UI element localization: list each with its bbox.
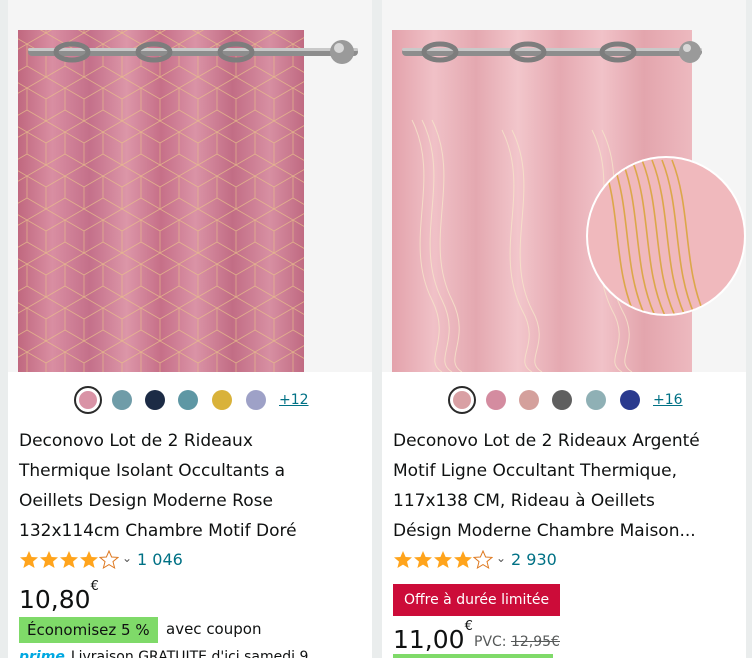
swatch[interactable]	[178, 390, 198, 410]
swatch[interactable]	[620, 390, 640, 410]
limited-deal-badge: Offre à durée limitée	[393, 584, 561, 616]
coupon-label: avec coupon	[166, 620, 262, 638]
results-grid: +12 Deconovo Lot de 2 Rideaux Thermique …	[0, 0, 752, 658]
swatch[interactable]	[586, 390, 606, 410]
title-line: Oeillets Design Moderne Rose	[19, 491, 273, 511]
product-card-2[interactable]: +16 Deconovo Lot de 2 Rideaux Argenté Mo…	[382, 0, 746, 658]
swatch-selected[interactable]	[74, 386, 102, 414]
review-count-link[interactable]: 1 046	[137, 550, 183, 569]
swatch[interactable]	[212, 390, 232, 410]
coupon-badge-edge	[393, 654, 553, 658]
curtain-image-pink-lines	[382, 0, 746, 372]
prime-logo: prime	[19, 649, 65, 658]
list-price: PVC: 12,95€	[474, 634, 560, 650]
title-line: 117x138 CM, Rideau à Oeillets	[393, 491, 655, 511]
title-line: Désign Moderne Chambre Maison...	[393, 521, 696, 541]
swatch[interactable]	[145, 390, 165, 410]
delivery-line: prime Livraison GRATUITE d'ici samedi 9	[19, 649, 308, 658]
price-currency: €	[464, 618, 473, 634]
rating-row[interactable]: ⌄ 1 046	[19, 550, 359, 572]
title-line: Deconovo Lot de 2 Rideaux	[19, 431, 253, 451]
price: 10,80€	[19, 579, 99, 614]
title-line: Deconovo Lot de 2 Rideaux Argenté	[393, 431, 700, 451]
swatch[interactable]	[246, 390, 266, 410]
swatch[interactable]	[519, 390, 539, 410]
title-line: 132x114cm Chambre Motif Doré	[19, 521, 297, 541]
color-swatches: +16	[382, 386, 746, 414]
product-card-1[interactable]: +12 Deconovo Lot de 2 Rideaux Thermique …	[8, 0, 372, 658]
swatch[interactable]	[112, 390, 132, 410]
review-count-link[interactable]: 2 930	[511, 550, 557, 569]
price-whole: 10,80	[19, 585, 91, 614]
old-price: 12,95€	[510, 634, 560, 650]
rating-row[interactable]: ⌄ 2 930	[393, 550, 733, 572]
price: 11,00€	[393, 619, 473, 654]
product-image-2[interactable]	[382, 0, 746, 372]
chevron-down-icon[interactable]: ⌄	[122, 551, 132, 565]
title-line: Thermique Isolant Occultants a	[19, 461, 286, 481]
price-currency: €	[90, 578, 99, 594]
swatch[interactable]	[486, 390, 506, 410]
delivery-text: Livraison GRATUITE d'ici samedi 9	[70, 649, 309, 658]
swatch-selected[interactable]	[448, 386, 476, 414]
more-colors-link[interactable]: +16	[653, 392, 683, 408]
coupon-badge[interactable]: Économisez 5 %	[19, 617, 158, 643]
color-swatches: +12	[8, 386, 372, 414]
curtain-image-rose-geometric	[8, 0, 372, 372]
product-title[interactable]: Deconovo Lot de 2 Rideaux Argenté Motif …	[393, 426, 739, 546]
chevron-down-icon[interactable]: ⌄	[496, 551, 506, 565]
product-image-1[interactable]	[8, 0, 372, 372]
star-rating-icon	[20, 550, 119, 570]
price-whole: 11,00	[393, 625, 465, 654]
swatch[interactable]	[552, 390, 572, 410]
more-colors-link[interactable]: +12	[279, 392, 309, 408]
title-line: Motif Ligne Occultant Thermique,	[393, 461, 677, 481]
list-price-label: PVC:	[474, 634, 507, 650]
star-rating-icon	[394, 550, 493, 570]
product-title[interactable]: Deconovo Lot de 2 Rideaux Thermique Isol…	[19, 426, 365, 546]
